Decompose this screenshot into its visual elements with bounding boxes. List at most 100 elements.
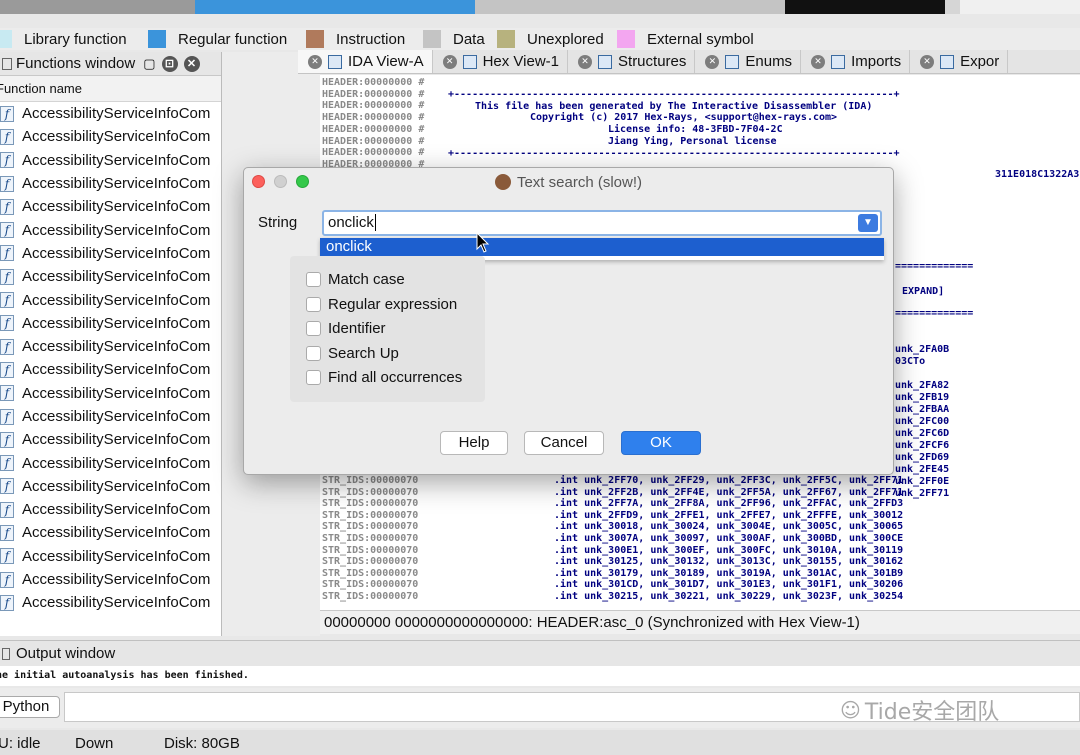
text-cursor: ​ [374, 214, 376, 231]
function-icon: f [0, 548, 14, 565]
function-list-item[interactable]: f AccessibilityServiceInfoCom [0, 545, 221, 568]
tab-close-icon[interactable]: ✕ [578, 54, 593, 69]
str-address: STR_IDS:00000070 [322, 521, 419, 533]
function-icon: f [0, 524, 14, 541]
output-window-title: Output window [16, 645, 116, 662]
str-code: .int unk_3007A, unk_30097, unk_300AF, un… [554, 533, 904, 544]
option-find-all-occurrences[interactable]: Find all occurrences [306, 369, 462, 386]
function-list-item[interactable]: f AccessibilityServiceInfoCom [0, 288, 221, 311]
minimize-window-icon[interactable] [274, 175, 287, 188]
restore-icon[interactable]: ⊡ [161, 55, 178, 72]
tab-structures[interactable]: ✕ Structures [568, 50, 696, 73]
legend-label: External symbol [647, 30, 754, 48]
str-address: STR_IDS:00000070 [322, 567, 419, 579]
function-list-item[interactable]: f AccessibilityServiceInfoCom [0, 335, 221, 358]
string-input[interactable]: onclick​ ▼ [322, 210, 882, 236]
function-list-item[interactable]: f AccessibilityServiceInfoCom [0, 218, 221, 241]
string-label: String [258, 214, 298, 231]
function-list-item[interactable]: f AccessibilityServiceInfoCom [0, 521, 221, 544]
chevron-down-icon[interactable]: ▼ [858, 214, 878, 232]
function-list-item[interactable]: f AccessibilityServiceInfoCom [0, 125, 221, 148]
dialog-titlebar[interactable]: Text search (slow!) [244, 168, 893, 196]
function-list-item[interactable]: f AccessibilityServiceInfoCom [0, 172, 221, 195]
tab-close-icon[interactable]: ✕ [308, 54, 322, 69]
tab-hex-view-1[interactable]: ✕ Hex View-1 [433, 50, 569, 73]
function-name: AccessibilityServiceInfoCom [22, 524, 211, 542]
ida-logo-icon [494, 174, 511, 190]
function-icon: f [0, 198, 14, 215]
function-name: AccessibilityServiceInfoCom [22, 571, 211, 589]
zoom-window-icon[interactable] [296, 175, 309, 188]
function-icon: f [0, 292, 14, 309]
tab-label: Imports [851, 53, 902, 70]
function-list-item[interactable]: f AccessibilityServiceInfoCom [0, 382, 221, 405]
disasm-fragment: 311E018C1322A3E [995, 169, 1080, 180]
function-list-item[interactable]: f AccessibilityServiceInfoCom [0, 265, 221, 288]
tab-close-icon[interactable]: ✕ [920, 54, 935, 69]
function-icon: f [0, 268, 14, 285]
checkbox[interactable] [306, 272, 321, 287]
functions-list[interactable]: f AccessibilityServiceInfoCom f Accessibili… [0, 102, 221, 615]
status-state: U: idle [0, 735, 41, 752]
function-list-item[interactable]: f AccessibilityServiceInfoCom [0, 195, 221, 218]
legend-item: External symbol [617, 30, 754, 48]
close-window-icon[interactable] [252, 175, 265, 188]
string-input-value: onclick [328, 214, 374, 231]
function-list-item[interactable]: f AccessibilityServiceInfoCom [0, 312, 221, 335]
checkbox[interactable] [306, 321, 321, 336]
option-match-case[interactable]: Match case [306, 271, 405, 288]
tab-imports[interactable]: ✕ Imports [801, 50, 911, 73]
navigation-band[interactable] [0, 0, 1080, 14]
function-list-item[interactable]: f AccessibilityServiceInfoCom [0, 451, 221, 474]
legend-item: Regular function [148, 30, 287, 48]
function-name: AccessibilityServiceInfoCom [22, 105, 211, 123]
legend-item: Library function [0, 30, 127, 48]
function-list-item[interactable]: f AccessibilityServiceInfoCom [0, 475, 221, 498]
cancel-button[interactable]: Cancel [524, 431, 604, 455]
checkbox[interactable] [306, 296, 321, 312]
tab-enums[interactable]: ✕ Enums [695, 50, 802, 73]
function-list-item[interactable]: f AccessibilityServiceInfoCom [0, 498, 221, 521]
tab-close-icon[interactable]: ✕ [442, 54, 457, 69]
option-label: Search Up [328, 344, 399, 362]
checkbox[interactable] [306, 370, 321, 385]
legend-label: Library function [24, 30, 127, 48]
python-button[interactable]: Python [0, 696, 60, 718]
disasm-fragment: 03CTo [895, 356, 926, 367]
wechat-icon: ☺ [840, 698, 861, 722]
header-line: HEADER:00000000 # [322, 135, 425, 147]
function-list-item[interactable]: f AccessibilityServiceInfoCom [0, 149, 221, 172]
function-list-item[interactable]: f AccessibilityServiceInfoCom [0, 242, 221, 265]
tab-close-icon[interactable]: ✕ [705, 54, 720, 69]
function-name: AccessibilityServiceInfoCom [22, 361, 211, 379]
function-list-item[interactable]: f AccessibilityServiceInfoCom [0, 428, 221, 451]
str-code: .int unk_2FF2B, unk_2FF4E, unk_2FF5A, un… [554, 486, 904, 498]
close-icon[interactable]: ✕ [183, 55, 200, 72]
function-list-item[interactable]: f AccessibilityServiceInfoCom [0, 568, 221, 591]
dropdown-item[interactable]: onclick [320, 238, 884, 256]
function-list-item[interactable]: f AccessibilityServiceInfoCom [0, 102, 221, 125]
function-list-item[interactable]: f AccessibilityServiceInfoCom [0, 405, 221, 428]
text-search-dialog: Text search (slow!) String onclick​ ▼ on… [243, 167, 894, 475]
nav-band-data-segment-2 [475, 0, 785, 14]
tab-label: IDA View-A [348, 53, 424, 70]
option-regular-expression[interactable]: Regular expression [306, 296, 457, 313]
tab-close-icon[interactable]: ✕ [811, 54, 826, 69]
help-button[interactable]: Help [440, 431, 508, 455]
function-name: AccessibilityServiceInfoCom [22, 221, 211, 239]
float-icon[interactable]: ▢ [143, 56, 155, 72]
function-list-item[interactable]: f AccessibilityServiceInfoCom [0, 591, 221, 614]
str-address: STR_IDS:00000070 [322, 591, 419, 602]
checkbox[interactable] [306, 345, 321, 361]
disasm-fragment: unk_2FC6D [895, 428, 950, 439]
function-icon: f [0, 175, 14, 192]
function-icon: f [0, 455, 14, 472]
function-list-item[interactable]: f AccessibilityServiceInfoCom [0, 358, 221, 381]
tab-expor[interactable]: ✕ Expor [910, 50, 1009, 73]
ok-button[interactable]: OK [621, 431, 701, 455]
function-icon: f [0, 245, 14, 262]
option-search-up[interactable]: Search Up [306, 345, 399, 362]
function-name-column-header[interactable]: Function name [0, 76, 221, 102]
tab-ida-view-a[interactable]: ✕ IDA View-A [298, 50, 433, 73]
option-identifier[interactable]: Identifier [306, 320, 386, 337]
